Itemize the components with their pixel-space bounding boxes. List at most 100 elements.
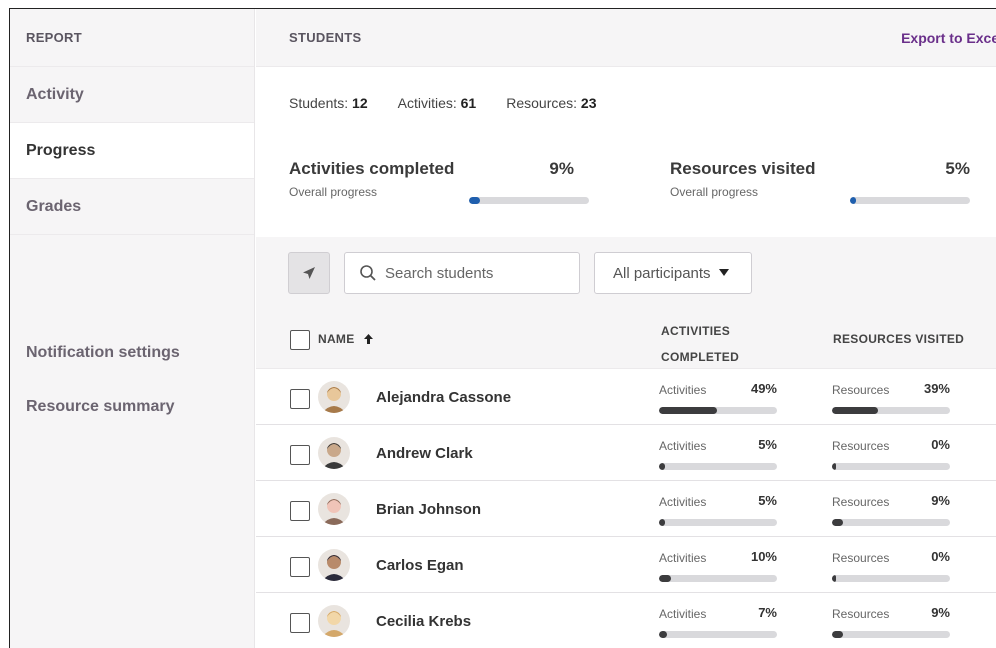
sort-ascending-icon xyxy=(363,334,373,344)
avatar xyxy=(318,493,350,525)
resources-progress-bar xyxy=(832,407,950,414)
student-name[interactable]: Alejandra Cassone xyxy=(376,389,511,406)
resources-visited-percent: 5% xyxy=(945,159,970,178)
resources-visited-bar xyxy=(850,197,970,204)
students-count-value: 12 xyxy=(352,95,368,111)
resources-metric: Resources 39% xyxy=(832,381,950,414)
activities-count-value: 61 xyxy=(460,95,477,111)
activities-metric: Activities 5% xyxy=(659,493,777,526)
activities-progress-bar xyxy=(659,631,777,638)
resources-metric-label: Resources xyxy=(832,495,890,509)
resources-progress-bar xyxy=(832,519,950,526)
activities-metric: Activities 7% xyxy=(659,605,777,638)
app-frame: REPORT Activity Progress Grades Notifica… xyxy=(9,8,996,648)
name-column-header[interactable]: NAME xyxy=(318,332,374,346)
student-list: Alejandra Cassone Activities 49% Resourc… xyxy=(256,369,996,648)
student-name[interactable]: Brian Johnson xyxy=(376,501,481,518)
activities-metric-percent: 5% xyxy=(758,493,777,508)
activities-progress-bar-fill xyxy=(659,575,671,582)
activities-completed-title: Activities completed xyxy=(289,159,455,178)
summary-section: Students: 12 Activities: 61 Resources: 2… xyxy=(256,67,996,237)
activities-completed-column-header[interactable]: ACTIVITIES COMPLETED xyxy=(661,318,739,370)
student-checkbox[interactable] xyxy=(290,613,310,633)
students-count: Students: 12 xyxy=(289,95,368,111)
sidebar-item-progress[interactable]: Progress xyxy=(10,123,254,179)
student-row[interactable]: Brian Johnson Activities 5% Resources 9% xyxy=(256,481,996,537)
student-row[interactable]: Cecilia Krebs Activities 7% Resources 9% xyxy=(256,593,996,648)
activities-progress-bar-fill xyxy=(659,519,665,526)
resources-metric-percent: 39% xyxy=(923,381,950,396)
resources-metric-label: Resources xyxy=(832,551,890,565)
student-checkbox[interactable] xyxy=(290,389,310,409)
activities-progress-bar xyxy=(659,463,777,470)
search-box[interactable] xyxy=(344,252,580,294)
search-icon xyxy=(360,265,376,281)
student-name[interactable]: Carlos Egan xyxy=(376,557,464,574)
student-row[interactable]: Alejandra Cassone Activities 49% Resourc… xyxy=(256,369,996,425)
activities-completed-bar-fill xyxy=(469,197,480,204)
resources-progress-bar-fill xyxy=(832,631,843,638)
table-toolbar: All participants xyxy=(256,237,996,309)
avatar xyxy=(318,437,350,469)
caret-down-icon xyxy=(718,269,729,276)
sidebar-header: REPORT xyxy=(10,9,254,67)
table-header: NAME ACTIVITIES COMPLETED RESOURCES VISI… xyxy=(256,309,996,369)
export-to-excel-link[interactable]: Export to Excel xyxy=(901,30,996,46)
student-name[interactable]: Andrew Clark xyxy=(376,445,473,462)
avatar xyxy=(318,381,350,413)
summary-counts: Students: 12 Activities: 61 Resources: 2… xyxy=(289,95,996,111)
resources-count-label: Resources: xyxy=(506,95,578,111)
resources-progress-bar xyxy=(832,463,950,470)
activities-progress-bar xyxy=(659,519,777,526)
resources-metric-percent: 0% xyxy=(931,549,950,564)
activities-metric-percent: 49% xyxy=(750,381,777,396)
sidebar-item-grades[interactable]: Grades xyxy=(10,179,254,235)
activities-metric: Activities 49% xyxy=(659,381,777,414)
resources-visited-column-header[interactable]: RESOURCES VISITED xyxy=(833,332,964,346)
activities-metric-percent: 7% xyxy=(758,605,777,620)
sidebar-item-notification-settings[interactable]: Notification settings xyxy=(10,325,254,381)
resources-metric: Resources 9% xyxy=(832,605,950,638)
student-row[interactable]: Carlos Egan Activities 10% Resources 0% xyxy=(256,537,996,593)
select-all-checkbox[interactable] xyxy=(290,330,310,350)
resources-metric: Resources 0% xyxy=(832,437,950,470)
sidebar-item-activity[interactable]: Activity xyxy=(10,67,254,123)
student-name[interactable]: Cecilia Krebs xyxy=(376,613,471,630)
activities-column-label-line1: ACTIVITIES xyxy=(661,324,731,338)
resources-metric-percent: 9% xyxy=(931,605,950,620)
participants-filter-select[interactable]: All participants xyxy=(594,252,752,294)
student-checkbox[interactable] xyxy=(290,445,310,465)
resources-progress-bar xyxy=(832,575,950,582)
send-message-button[interactable] xyxy=(288,252,330,294)
page-title: STUDENTS xyxy=(289,30,362,45)
search-input[interactable] xyxy=(385,264,565,282)
resources-progress-bar-fill xyxy=(832,575,836,582)
resources-metric-percent: 0% xyxy=(931,437,950,452)
student-row[interactable]: Andrew Clark Activities 5% Resources 0% xyxy=(256,425,996,481)
activities-metric: Activities 5% xyxy=(659,437,777,470)
activities-metric-percent: 10% xyxy=(750,549,777,564)
name-column-label: NAME xyxy=(318,332,355,346)
resources-metric: Resources 0% xyxy=(832,549,950,582)
main-header: STUDENTS Export to Excel xyxy=(256,9,996,67)
student-checkbox[interactable] xyxy=(290,557,310,577)
avatar xyxy=(318,549,350,581)
resources-progress-bar-fill xyxy=(832,519,843,526)
sidebar-item-resource-summary[interactable]: Resource summary xyxy=(10,379,254,435)
resources-visited-title: Resources visited xyxy=(670,159,816,178)
activities-progress-bar-fill xyxy=(659,631,668,638)
activities-progress-bar-fill xyxy=(659,407,717,414)
resources-metric: Resources 9% xyxy=(832,493,950,526)
resources-progress-bar-fill xyxy=(832,463,836,470)
avatar xyxy=(318,605,350,637)
resources-visited-block: Resources visited 5% Overall progress xyxy=(670,159,970,204)
resources-count: Resources: 23 xyxy=(506,95,596,111)
activities-metric-label: Activities xyxy=(659,383,707,397)
student-checkbox[interactable] xyxy=(290,501,310,521)
participants-filter-value: All participants xyxy=(613,264,711,282)
resources-metric-label: Resources xyxy=(832,439,890,453)
activities-completed-percent: 9% xyxy=(549,159,574,178)
activities-metric-percent: 5% xyxy=(758,437,777,452)
resources-progress-bar-fill xyxy=(832,407,879,414)
